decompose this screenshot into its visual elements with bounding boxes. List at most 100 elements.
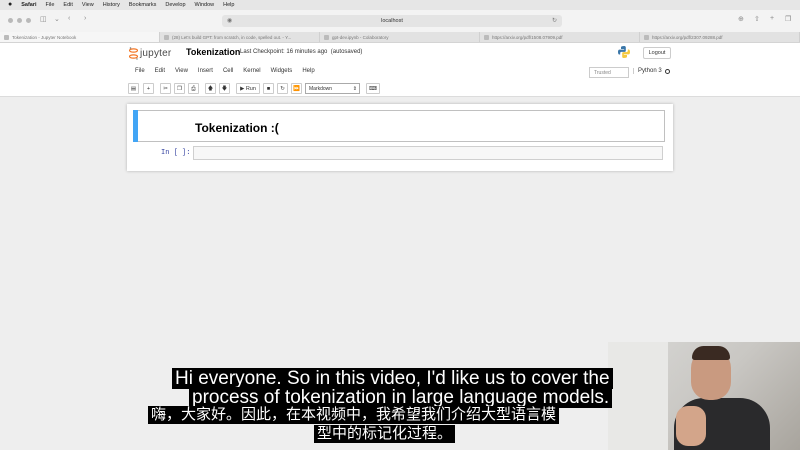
menu-bookmarks[interactable]: Bookmarks xyxy=(129,2,157,8)
notebook-heading: Tokenization :( xyxy=(195,121,279,135)
tab-overview-icon[interactable]: ❐ xyxy=(785,15,791,23)
save-icon: ▤ xyxy=(130,86,137,92)
webcam-video xyxy=(608,342,800,450)
jmenu-widgets[interactable]: Widgets xyxy=(268,68,300,74)
markdown-cell[interactable]: Tokenization :( xyxy=(133,110,665,142)
menu-app-name[interactable]: Safari xyxy=(21,2,36,8)
menu-help[interactable]: Help xyxy=(223,2,234,8)
mac-menubar: ● Safari File Edit View History Bookmark… xyxy=(0,0,800,10)
menu-edit[interactable]: Edit xyxy=(63,2,72,8)
chevron-down-icon[interactable]: ⌄ xyxy=(54,15,60,23)
tab-bar: Tokenization - Jupyter Notebook (28) Let… xyxy=(0,32,800,43)
jupyter-header: jupyter Tokenization Last Checkpoint: 16… xyxy=(0,43,800,64)
subtitle-en-line-1: Hi everyone. So in this video, I'd like … xyxy=(172,368,613,389)
plus-icon: + xyxy=(146,86,151,92)
minimize-window-button[interactable] xyxy=(17,18,22,23)
menu-file[interactable]: File xyxy=(46,2,55,8)
subtitle-zh-line-2: 型中的标记化过程。 xyxy=(314,425,456,443)
address-text: localhost xyxy=(381,18,403,24)
arrow-down-icon: 🡇 xyxy=(221,86,228,92)
tab-arxiv-1[interactable]: https://arxiv.org/pdf/1508.07909.pdf xyxy=(480,32,640,42)
address-bar[interactable]: ◉ localhost ↻ xyxy=(222,15,562,27)
sidebar-icon[interactable]: ◫ xyxy=(40,15,47,23)
trusted-indicator[interactable]: Trusted xyxy=(589,67,629,78)
notebook-title[interactable]: Tokenization xyxy=(186,47,240,57)
restart-button[interactable]: ↻ xyxy=(277,83,288,94)
cell-selection-bar xyxy=(133,110,138,142)
reload-icon[interactable]: ↻ xyxy=(552,15,557,27)
insert-cell-button[interactable]: + xyxy=(143,83,154,94)
move-up-button[interactable]: 🡅 xyxy=(205,83,216,94)
jmenu-cell[interactable]: Cell xyxy=(220,68,240,74)
cut-button[interactable]: ✂ xyxy=(160,83,171,94)
code-input[interactable] xyxy=(193,146,663,160)
share-icon[interactable]: ⇧ xyxy=(754,15,760,23)
jupyter-logo-icon xyxy=(129,47,138,60)
command-palette-button[interactable]: ⌨ xyxy=(366,83,380,94)
paste-button[interactable]: ⎙ xyxy=(188,83,199,94)
jupyter-menubar: File Edit View Insert Cell Kernel Widget… xyxy=(0,64,800,80)
new-tab-icon[interactable]: + xyxy=(770,15,774,22)
python-logo-icon xyxy=(618,46,630,58)
run-label: Run xyxy=(245,86,256,92)
jmenu-insert[interactable]: Insert xyxy=(195,68,220,74)
notebook-page: Tokenization :( In [ ]: xyxy=(127,104,673,171)
jmenu-kernel[interactable]: Kernel xyxy=(240,68,267,74)
jmenu-file[interactable]: File xyxy=(132,68,152,74)
tab-label: Tokenization - Jupyter Notebook xyxy=(12,35,77,40)
interrupt-button[interactable]: ■ xyxy=(263,83,274,94)
close-window-button[interactable] xyxy=(8,18,13,23)
tab-arxiv-2[interactable]: https://arxiv.org/pdf/2307.09288.pdf xyxy=(640,32,800,42)
back-icon[interactable]: ‹ xyxy=(68,15,70,22)
tab-colab[interactable]: gpt-dev.ipynb - Colaboratory xyxy=(320,32,480,42)
autosave-text: (autosaved) xyxy=(330,49,363,55)
input-prompt: In [ ]: xyxy=(161,149,191,157)
menu-window[interactable]: Window xyxy=(195,2,215,8)
subtitle-zh-line-1: 嗨，大家好。因此，在本视频中，我希望我们介绍大型语言模 xyxy=(148,406,560,424)
play-icon: ▶ xyxy=(240,86,245,92)
webcam-background xyxy=(608,342,668,450)
checkpoint-status: Last Checkpoint: 16 minutes ago (autosav… xyxy=(240,49,362,55)
code-cell: In [ ]: xyxy=(133,146,665,162)
menu-develop[interactable]: Develop xyxy=(165,2,185,8)
logout-button[interactable]: Logout xyxy=(643,47,671,59)
tab-favicon xyxy=(484,35,489,40)
notebook-toolbar: ▤ + ✂ ❐ ⎙ 🡅 🡇 ▶ Run ■ ↻ ⏩ Markdown ⇕ ⌨ xyxy=(0,80,800,97)
forward-icon[interactable]: › xyxy=(84,15,86,22)
jmenu-view[interactable]: View xyxy=(172,68,195,74)
tab-label: https://arxiv.org/pdf/1508.07909.pdf xyxy=(492,35,563,40)
tab-favicon xyxy=(324,35,329,40)
restart-run-all-button[interactable]: ⏩ xyxy=(291,83,302,94)
copy-button[interactable]: ❐ xyxy=(174,83,185,94)
tab-favicon xyxy=(164,35,169,40)
stop-icon: ■ xyxy=(266,86,271,92)
presenter-hand xyxy=(676,406,706,446)
move-down-button[interactable]: 🡇 xyxy=(219,83,230,94)
tab-jupyter[interactable]: Tokenization - Jupyter Notebook xyxy=(0,32,160,42)
cell-type-value: Markdown xyxy=(309,86,333,92)
window-controls xyxy=(8,18,31,23)
jmenu-help[interactable]: Help xyxy=(299,68,321,74)
scissors-icon: ✂ xyxy=(163,86,168,92)
keyboard-icon: ⌨ xyxy=(369,86,377,92)
kernel-status-icon xyxy=(665,69,670,74)
checkpoint-text: Last Checkpoint: 16 minutes ago xyxy=(240,49,328,55)
zoom-window-button[interactable] xyxy=(26,18,31,23)
jmenu-edit[interactable]: Edit xyxy=(152,68,172,74)
privacy-icon: ◉ xyxy=(227,18,233,24)
cell-type-select[interactable]: Markdown ⇕ xyxy=(305,83,360,94)
menu-view[interactable]: View xyxy=(82,2,94,8)
tab-label: https://arxiv.org/pdf/2307.09288.pdf xyxy=(652,35,723,40)
save-button[interactable]: ▤ xyxy=(128,83,139,94)
downloads-icon[interactable]: ⊕ xyxy=(738,15,744,23)
browser-toolbar: ◫ ⌄ ‹ › ◉ localhost ↻ ⊕ ⇧ + ❐ xyxy=(0,10,800,32)
jupyter-logo[interactable]: jupyter xyxy=(129,47,171,60)
copy-icon: ❐ xyxy=(177,86,182,92)
tab-label: (28) Let's build GPT: from scratch, in c… xyxy=(172,35,292,40)
jupyter-logo-text: jupyter xyxy=(140,48,172,59)
apple-icon[interactable]: ● xyxy=(8,0,12,10)
menu-history[interactable]: History xyxy=(103,2,120,8)
run-button[interactable]: ▶ Run xyxy=(236,83,260,94)
tab-youtube[interactable]: (28) Let's build GPT: from scratch, in c… xyxy=(160,32,320,42)
fast-forward-icon: ⏩ xyxy=(293,86,300,92)
